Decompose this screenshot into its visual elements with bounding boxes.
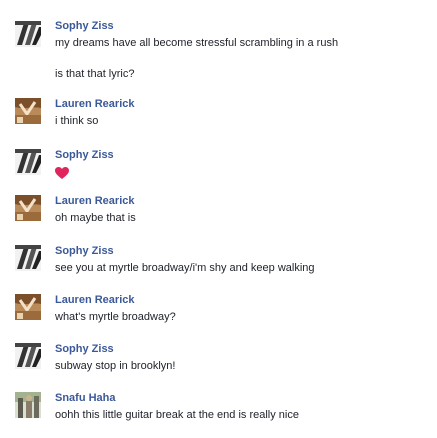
author-name[interactable]: Sophy Ziss (55, 245, 114, 257)
author-name[interactable]: Lauren Rearick (55, 98, 134, 110)
author-name[interactable]: Sophy Ziss (55, 343, 114, 355)
sophy-avatar[interactable] (15, 149, 41, 175)
lauren-avatar[interactable] (15, 294, 41, 320)
message-text: is that that lyric? (55, 68, 135, 80)
author-name[interactable]: Sophy Ziss (55, 149, 114, 161)
sophy-avatar[interactable] (15, 245, 41, 271)
author-name[interactable]: Snafu Haha (55, 392, 116, 404)
message-text: i think so (55, 115, 99, 127)
sophy-avatar[interactable] (15, 21, 41, 47)
snafu-avatar[interactable] (15, 392, 41, 418)
author-name[interactable]: Sophy Ziss (55, 20, 114, 32)
message-text: see you at myrtle broadway/i'm shy and k… (55, 262, 315, 274)
message-text: subway stop in brooklyn! (55, 360, 176, 372)
message-text: oh maybe that is (55, 212, 136, 224)
message-text: my dreams have all become stressful scra… (55, 37, 339, 49)
heart-icon (55, 167, 69, 185)
author-name[interactable]: Lauren Rearick (55, 195, 134, 207)
sophy-avatar[interactable] (15, 343, 41, 369)
lauren-avatar[interactable] (15, 195, 41, 221)
message-text: oohh this little guitar break at the end… (55, 409, 299, 421)
chat-conversation: Sophy Ziss my dreams have all become str… (0, 0, 437, 438)
message-text: what's myrtle broadway? (55, 311, 176, 323)
lauren-avatar[interactable] (15, 98, 41, 124)
author-name[interactable]: Lauren Rearick (55, 294, 134, 306)
